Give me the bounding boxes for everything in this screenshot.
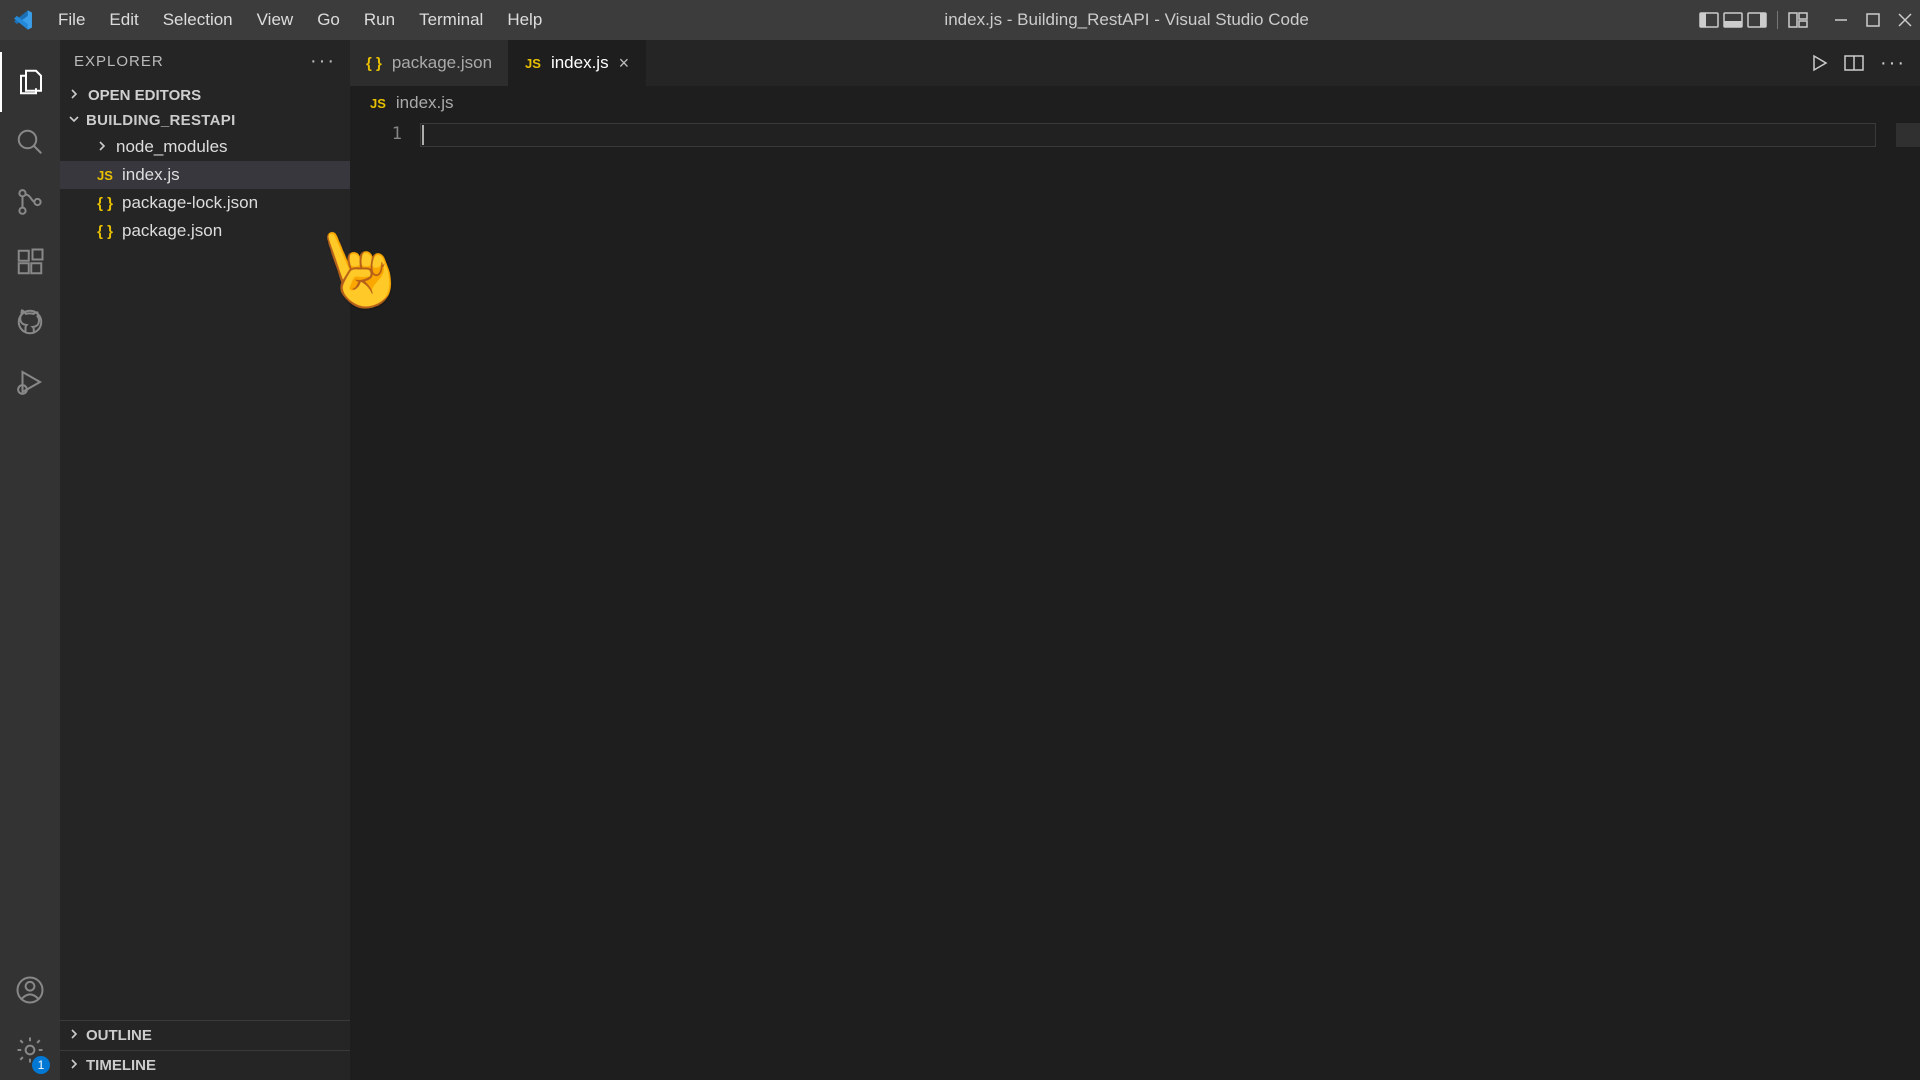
tab-package-json[interactable]: { } package.json [350,40,509,86]
account-icon [15,975,45,1005]
activity-github[interactable] [0,292,60,352]
menu-bar: File Edit Selection View Go Run Terminal… [46,4,554,36]
file-tree: node_modules JS index.js { } package-loc… [60,133,350,245]
section-outline[interactable]: OUTLINE [60,1020,350,1050]
menu-terminal[interactable]: Terminal [407,4,495,36]
settings-badge: 1 [32,1056,50,1074]
tree-label: node_modules [116,137,228,157]
js-file-icon: JS [96,168,114,183]
extensions-icon [15,247,45,277]
layout-divider [1777,11,1778,29]
tree-file-index-js[interactable]: JS index.js [60,161,350,189]
menu-edit[interactable]: Edit [97,4,150,36]
line-number-gutter: 1 [350,120,420,1080]
chevron-right-icon [68,1027,80,1044]
tree-label: index.js [122,165,180,185]
code-content[interactable] [420,120,1896,1080]
breadcrumb-label: index.js [396,93,454,113]
json-file-icon: { } [366,55,382,72]
sidebar-more-icon[interactable]: ··· [310,50,336,73]
folder-root[interactable]: BUILDING_RESTAPI [60,108,350,133]
tree-folder-node-modules[interactable]: node_modules [60,133,350,161]
menu-go[interactable]: Go [305,4,352,36]
tab-bar: { } package.json JS index.js × ··· [350,40,1920,86]
minimap[interactable] [1896,120,1920,1080]
tab-label: package.json [392,53,492,73]
vscode-logo-icon [12,9,34,31]
run-file-icon[interactable] [1810,54,1828,72]
toggle-primary-sidebar-icon[interactable] [1699,12,1719,28]
close-tab-icon[interactable]: × [619,53,630,74]
maximize-window-icon[interactable] [1866,13,1880,27]
minimize-window-icon[interactable] [1834,13,1848,27]
js-file-icon: JS [370,96,386,111]
tab-label: index.js [551,53,609,73]
timeline-label: TIMELINE [86,1057,156,1074]
chevron-right-icon [68,1057,80,1074]
toggle-secondary-sidebar-icon[interactable] [1747,12,1767,28]
activity-run-debug[interactable] [0,352,60,412]
files-icon [16,67,46,97]
tree-file-package-lock[interactable]: { } package-lock.json [60,189,350,217]
tree-file-package-json[interactable]: { } package.json [60,217,350,245]
editor-pane[interactable]: 1 [350,120,1920,1080]
breadcrumb[interactable]: JS index.js [350,86,1920,120]
js-file-icon: JS [525,56,541,71]
json-file-icon: { } [96,223,114,240]
tree-label: package.json [122,221,222,241]
activity-accounts[interactable] [0,960,60,1020]
source-control-icon [15,187,45,217]
menu-selection[interactable]: Selection [151,4,245,36]
text-cursor [422,125,424,145]
activity-settings[interactable]: 1 [0,1020,60,1080]
outline-label: OUTLINE [86,1027,152,1044]
tree-label: package-lock.json [122,193,258,213]
split-editor-icon[interactable] [1844,55,1864,71]
github-icon [15,307,45,337]
search-icon [15,127,45,157]
customize-layout-icon[interactable] [1788,12,1808,28]
activity-extensions[interactable] [0,232,60,292]
close-window-icon[interactable] [1898,13,1912,27]
chevron-right-icon [96,137,108,157]
explorer-sidebar: EXPLORER ··· OPEN EDITORS BUILDING_RESTA… [60,40,350,1080]
section-timeline[interactable]: TIMELINE [60,1050,350,1080]
run-debug-icon [15,367,45,397]
tab-index-js[interactable]: JS index.js × [509,40,646,86]
title-bar: File Edit Selection View Go Run Terminal… [0,0,1920,40]
section-open-editors[interactable]: OPEN EDITORS [60,83,350,108]
window-controls [1699,11,1912,29]
activity-bar: 1 [0,40,60,1080]
window-title: index.js - Building_RestAPI - Visual Stu… [554,10,1699,30]
main-body: 1 EXPLORER ··· OPEN EDITORS BUILDING_RES… [0,40,1920,1080]
menu-run[interactable]: Run [352,4,407,36]
editor-area: { } package.json JS index.js × ··· JS in… [350,40,1920,1080]
minimap-viewport [1896,123,1920,147]
sidebar-title: EXPLORER [74,53,164,70]
folder-root-label: BUILDING_RESTAPI [86,112,236,129]
active-line-highlight [420,123,1876,147]
menu-file[interactable]: File [46,4,97,36]
line-number: 1 [350,124,402,144]
activity-search[interactable] [0,112,60,172]
menu-help[interactable]: Help [495,4,554,36]
json-file-icon: { } [96,195,114,212]
activity-source-control[interactable] [0,172,60,232]
toggle-panel-icon[interactable] [1723,12,1743,28]
menu-view[interactable]: View [245,4,306,36]
activity-explorer[interactable] [0,52,60,112]
chevron-right-icon [68,87,82,104]
chevron-down-icon [68,112,80,129]
open-editors-label: OPEN EDITORS [88,87,201,104]
editor-more-icon[interactable]: ··· [1880,52,1906,75]
